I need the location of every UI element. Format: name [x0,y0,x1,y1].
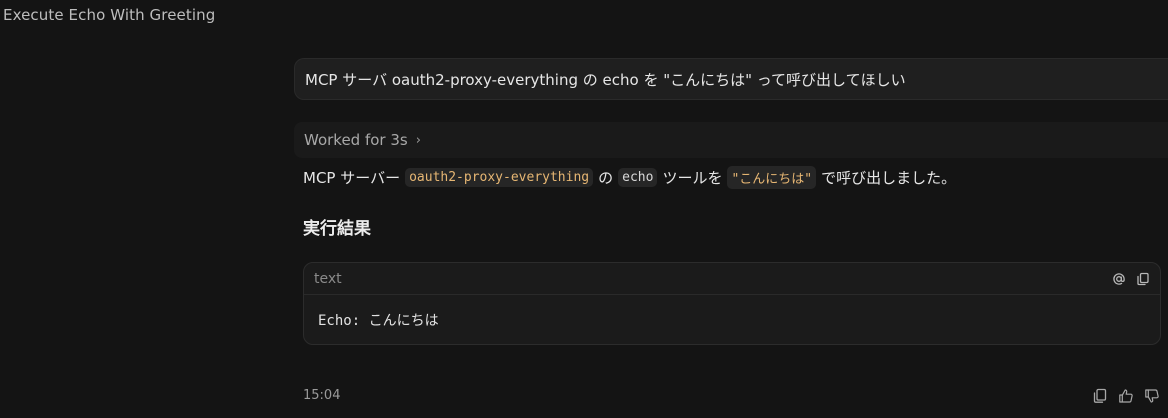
thumbs-down-icon[interactable] [1144,388,1160,404]
user-message-bubble: MCP サーバ oauth2-proxy-everything の echo を… [294,58,1168,100]
window-title: Execute Echo With Greeting [3,6,216,24]
code-block-actions [1112,272,1150,286]
code-block: text Echo: こんにちは [303,262,1161,345]
at-sign-icon[interactable] [1112,272,1126,286]
thumbs-up-icon[interactable] [1118,388,1134,404]
assistant-response-text: MCP サーバー oauth2-proxy-everything の echo … [303,164,956,190]
inline-code-tool: echo [618,167,658,187]
worked-duration-toggle[interactable]: Worked for 3s › [294,122,1168,158]
response-prefix: MCP サーバー [303,168,401,187]
message-timestamp: 15:04 [303,388,341,403]
message-actions [1092,388,1160,404]
result-heading: 実行結果 [303,219,371,239]
copy-icon[interactable] [1092,388,1108,404]
chevron-right-icon: › [415,132,421,148]
response-tool-suffix: ツールを [662,168,723,187]
response-particle: の [598,168,614,187]
code-block-language: text [314,270,342,287]
code-block-content: Echo: こんにちは [318,312,439,329]
worked-duration-label: Worked for 3s [304,131,408,149]
response-suffix: で呼び出しました。 [821,168,957,187]
inline-code-argument: "こんにちは" [727,165,817,189]
user-message-text: MCP サーバ oauth2-proxy-everything の echo を… [305,70,906,89]
copy-icon[interactable] [1136,272,1150,286]
chat-page: Execute Echo With Greeting MCP サーバ oauth… [0,0,1168,418]
inline-code-server: oauth2-proxy-everything [405,167,594,187]
code-block-header: text [304,263,1160,295]
